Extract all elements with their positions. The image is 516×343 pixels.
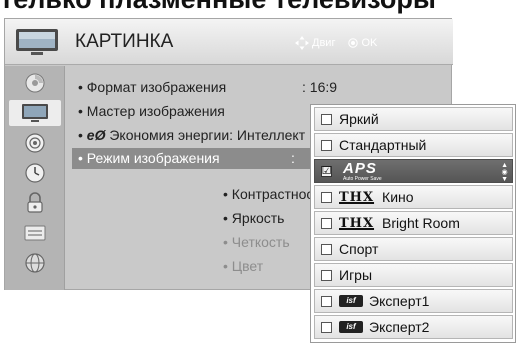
- mode-label: Эксперт2: [369, 319, 430, 335]
- checkbox-icon: [321, 217, 332, 229]
- brightness-option[interactable]: • Яркость: [223, 210, 284, 226]
- tv-icon: [15, 27, 59, 57]
- sidebar-item-options[interactable]: [9, 220, 61, 246]
- mode-label: Эксперт1: [369, 293, 430, 309]
- clock-icon: [25, 163, 45, 183]
- mode-item-standard[interactable]: Стандартный: [314, 133, 513, 157]
- mode-item-sport[interactable]: Спорт: [314, 237, 513, 261]
- checkbox-icon: [321, 295, 332, 307]
- sidebar-item-audio[interactable]: [9, 130, 61, 156]
- aspect-ratio-option[interactable]: • Формат изображения: [78, 79, 226, 95]
- energy-saving-label: Экономия энергии: Интеллект: [105, 127, 306, 143]
- sidebar-item-lock[interactable]: [9, 190, 61, 216]
- mode-label: Игры: [339, 267, 373, 283]
- picture-mode-dropdown: Яркий Стандартный ☑ APS Auto Power Save …: [310, 104, 516, 343]
- menu-title: КАРТИНКА: [75, 31, 174, 52]
- picture-mode-colon: :: [291, 150, 295, 166]
- menu-sidebar: [5, 66, 65, 290]
- dpad-icon: [295, 36, 309, 50]
- picture-wizard-option[interactable]: • Мастер изображения: [78, 103, 225, 119]
- mode-item-aps[interactable]: ☑ APS Auto Power Save ▲ ◉ ▼: [314, 159, 513, 183]
- isf-logo: isf: [339, 321, 363, 333]
- mode-item-thx-cinema[interactable]: THX Кино: [314, 185, 513, 209]
- mode-item-vivid[interactable]: Яркий: [314, 107, 513, 131]
- picture-mode-option[interactable]: • Режим изображения :: [72, 148, 317, 169]
- sidebar-item-network[interactable]: [9, 250, 61, 276]
- ok-button-icon: [348, 38, 359, 48]
- lock-icon: [27, 192, 43, 213]
- mode-item-expert1[interactable]: isf Эксперт1: [314, 289, 513, 313]
- checkbox-icon: [321, 243, 332, 255]
- thx-logo: THX: [339, 215, 375, 231]
- mode-label: Кино: [382, 189, 414, 205]
- scroll-arrows-icon[interactable]: ▲ ◉ ▼: [501, 162, 508, 183]
- checkbox-icon: [321, 139, 332, 151]
- move-hint-label: Двиг: [312, 37, 336, 49]
- page-heading: телько плазменные телевизоры: [0, 0, 516, 14]
- menu-header: КАРТИНКА Двиг OK: [5, 19, 453, 65]
- disc-icon: [25, 73, 45, 93]
- mode-item-thx-bright-room[interactable]: THX Bright Room: [314, 211, 513, 235]
- contrast-option[interactable]: • Контрастност: [223, 186, 320, 202]
- sharpness-option: • Четкость: [223, 234, 290, 250]
- picture-mode-label: • Режим изображения: [78, 150, 220, 166]
- aps-logo: APS Auto Power Save: [343, 159, 382, 182]
- energy-saving-option[interactable]: • eØ Экономия энергии: Интеллект: [78, 127, 305, 143]
- speaker-icon: [25, 133, 45, 153]
- tv-screen-icon: [22, 104, 48, 122]
- thx-logo: THX: [339, 189, 375, 205]
- mode-item-game[interactable]: Игры: [314, 263, 513, 287]
- aspect-ratio-value: : 16:9: [302, 79, 338, 95]
- mode-label: Яркий: [339, 111, 379, 127]
- energy-saving-icon: eØ: [86, 127, 106, 143]
- checkbox-icon: [321, 113, 332, 125]
- checkbox-icon: [321, 191, 332, 203]
- globe-icon: [25, 253, 45, 273]
- navigation-hint: Двиг OK: [295, 36, 377, 50]
- checkbox-icon: [321, 269, 332, 281]
- checked-checkbox-icon: ☑: [321, 164, 332, 177]
- mode-item-expert2[interactable]: isf Эксперт2: [314, 315, 513, 339]
- color-option: • Цвет: [223, 258, 264, 274]
- mode-label: Спорт: [339, 241, 379, 257]
- checkbox-icon: [321, 321, 332, 333]
- sidebar-item-time[interactable]: [9, 160, 61, 186]
- ok-hint-label: OK: [361, 37, 378, 49]
- isf-logo: isf: [339, 295, 363, 307]
- options-icon: [24, 225, 46, 241]
- sidebar-item-picture[interactable]: [9, 100, 61, 126]
- sidebar-item-setup[interactable]: [9, 70, 61, 96]
- mode-label: Bright Room: [382, 215, 460, 231]
- mode-label: Стандартный: [339, 137, 427, 153]
- energy-bullet: •: [78, 127, 87, 143]
